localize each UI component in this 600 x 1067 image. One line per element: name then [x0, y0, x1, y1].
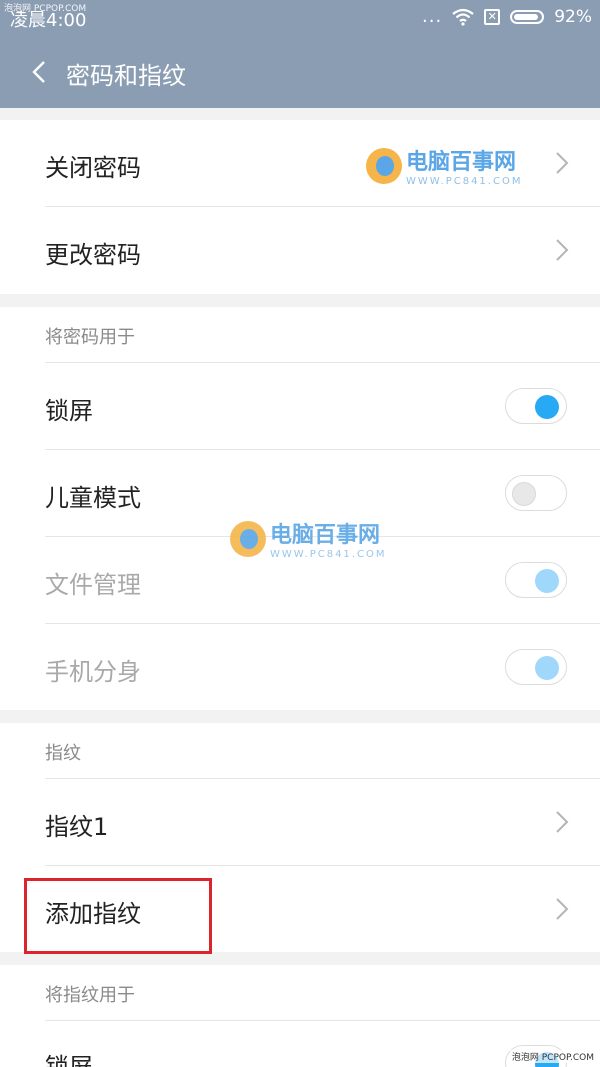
wifi-icon [452, 8, 474, 26]
fingerprint-heading-row: 指纹 [0, 723, 600, 779]
fingerprint-1-label: 指纹1 [45, 813, 109, 841]
password-section: 关闭密码 电脑百事网 WWW.PC841.COM 更改密码 [0, 120, 600, 294]
close-password-label: 关闭密码 [45, 154, 141, 182]
battery-percent: 92% [554, 6, 592, 27]
chevron-right-icon [556, 811, 569, 833]
page-header: 密码和指纹 [0, 36, 600, 108]
lockscreen-label: 锁屏 [45, 397, 93, 425]
dual-apps-toggle [505, 649, 567, 685]
watermark-logo-mark [230, 520, 266, 557]
file-manager-toggle [505, 562, 567, 598]
status-time: 凌晨4:00 [10, 10, 87, 31]
change-password-row[interactable]: 更改密码 [0, 207, 600, 294]
watermark-name: 电脑百事网 [270, 523, 381, 548]
no-sim-icon: ✕ [484, 8, 501, 25]
dual-apps-row: 手机分身 [0, 624, 600, 711]
change-password-label: 更改密码 [45, 241, 141, 269]
chevron-right-icon [556, 239, 569, 261]
section-heading: 将密码用于 [45, 327, 135, 348]
toggle-knob [535, 395, 559, 419]
page-title: 密码和指纹 [66, 62, 186, 90]
kids-mode-label: 儿童模式 [45, 484, 141, 512]
toggle-knob [512, 482, 536, 506]
dual-apps-label: 手机分身 [45, 658, 141, 686]
watermark-url: WWW.PC841.COM [270, 549, 387, 560]
lockscreen-toggle[interactable] [505, 388, 567, 424]
use-fingerprint-heading-row: 将指纹用于 [0, 965, 600, 1021]
kids-mode-toggle[interactable] [505, 475, 567, 511]
watermark-url: WWW.PC841.COM [406, 176, 523, 187]
chevron-right-icon [556, 152, 569, 174]
lockscreen-row[interactable]: 锁屏 [0, 363, 600, 450]
toggle-knob [535, 569, 559, 593]
chevron-right-icon [556, 898, 569, 920]
watermark-logo-mark [366, 147, 402, 184]
toggle-knob [535, 656, 559, 680]
back-arrow-icon[interactable] [26, 56, 58, 88]
highlight-box [24, 878, 212, 954]
close-password-row[interactable]: 关闭密码 电脑百事网 WWW.PC841.COM [0, 120, 600, 207]
file-manager-label: 文件管理 [45, 571, 141, 599]
status-icons: ... ✕ 92% [422, 6, 592, 27]
fingerprint-1-row[interactable]: 指纹1 [0, 779, 600, 866]
watermark-name: 电脑百事网 [406, 150, 517, 175]
watermark-logo: 电脑百事网 WWW.PC841.COM [230, 517, 386, 560]
more-dots-icon: ... [422, 6, 443, 27]
watermark-logo: 电脑百事网 WWW.PC841.COM [366, 144, 522, 187]
use-password-heading-row: 将密码用于 [0, 307, 600, 363]
fingerprint-lockscreen-label: 锁屏 [45, 1053, 93, 1067]
section-heading: 指纹 [45, 743, 81, 764]
section-heading: 将指纹用于 [45, 985, 135, 1006]
use-password-section: 将密码用于 锁屏 儿童模式 文件管理 手机分身 电脑百事网 WWW.PC841.… [0, 307, 600, 710]
corner-watermark: 泡泡网 PCPOP.COM [509, 1050, 596, 1063]
battery-icon [510, 9, 545, 24]
status-bar: 泡泡网 PCPOP.COM 凌晨4:00 ... ✕ 92% [0, 0, 600, 36]
